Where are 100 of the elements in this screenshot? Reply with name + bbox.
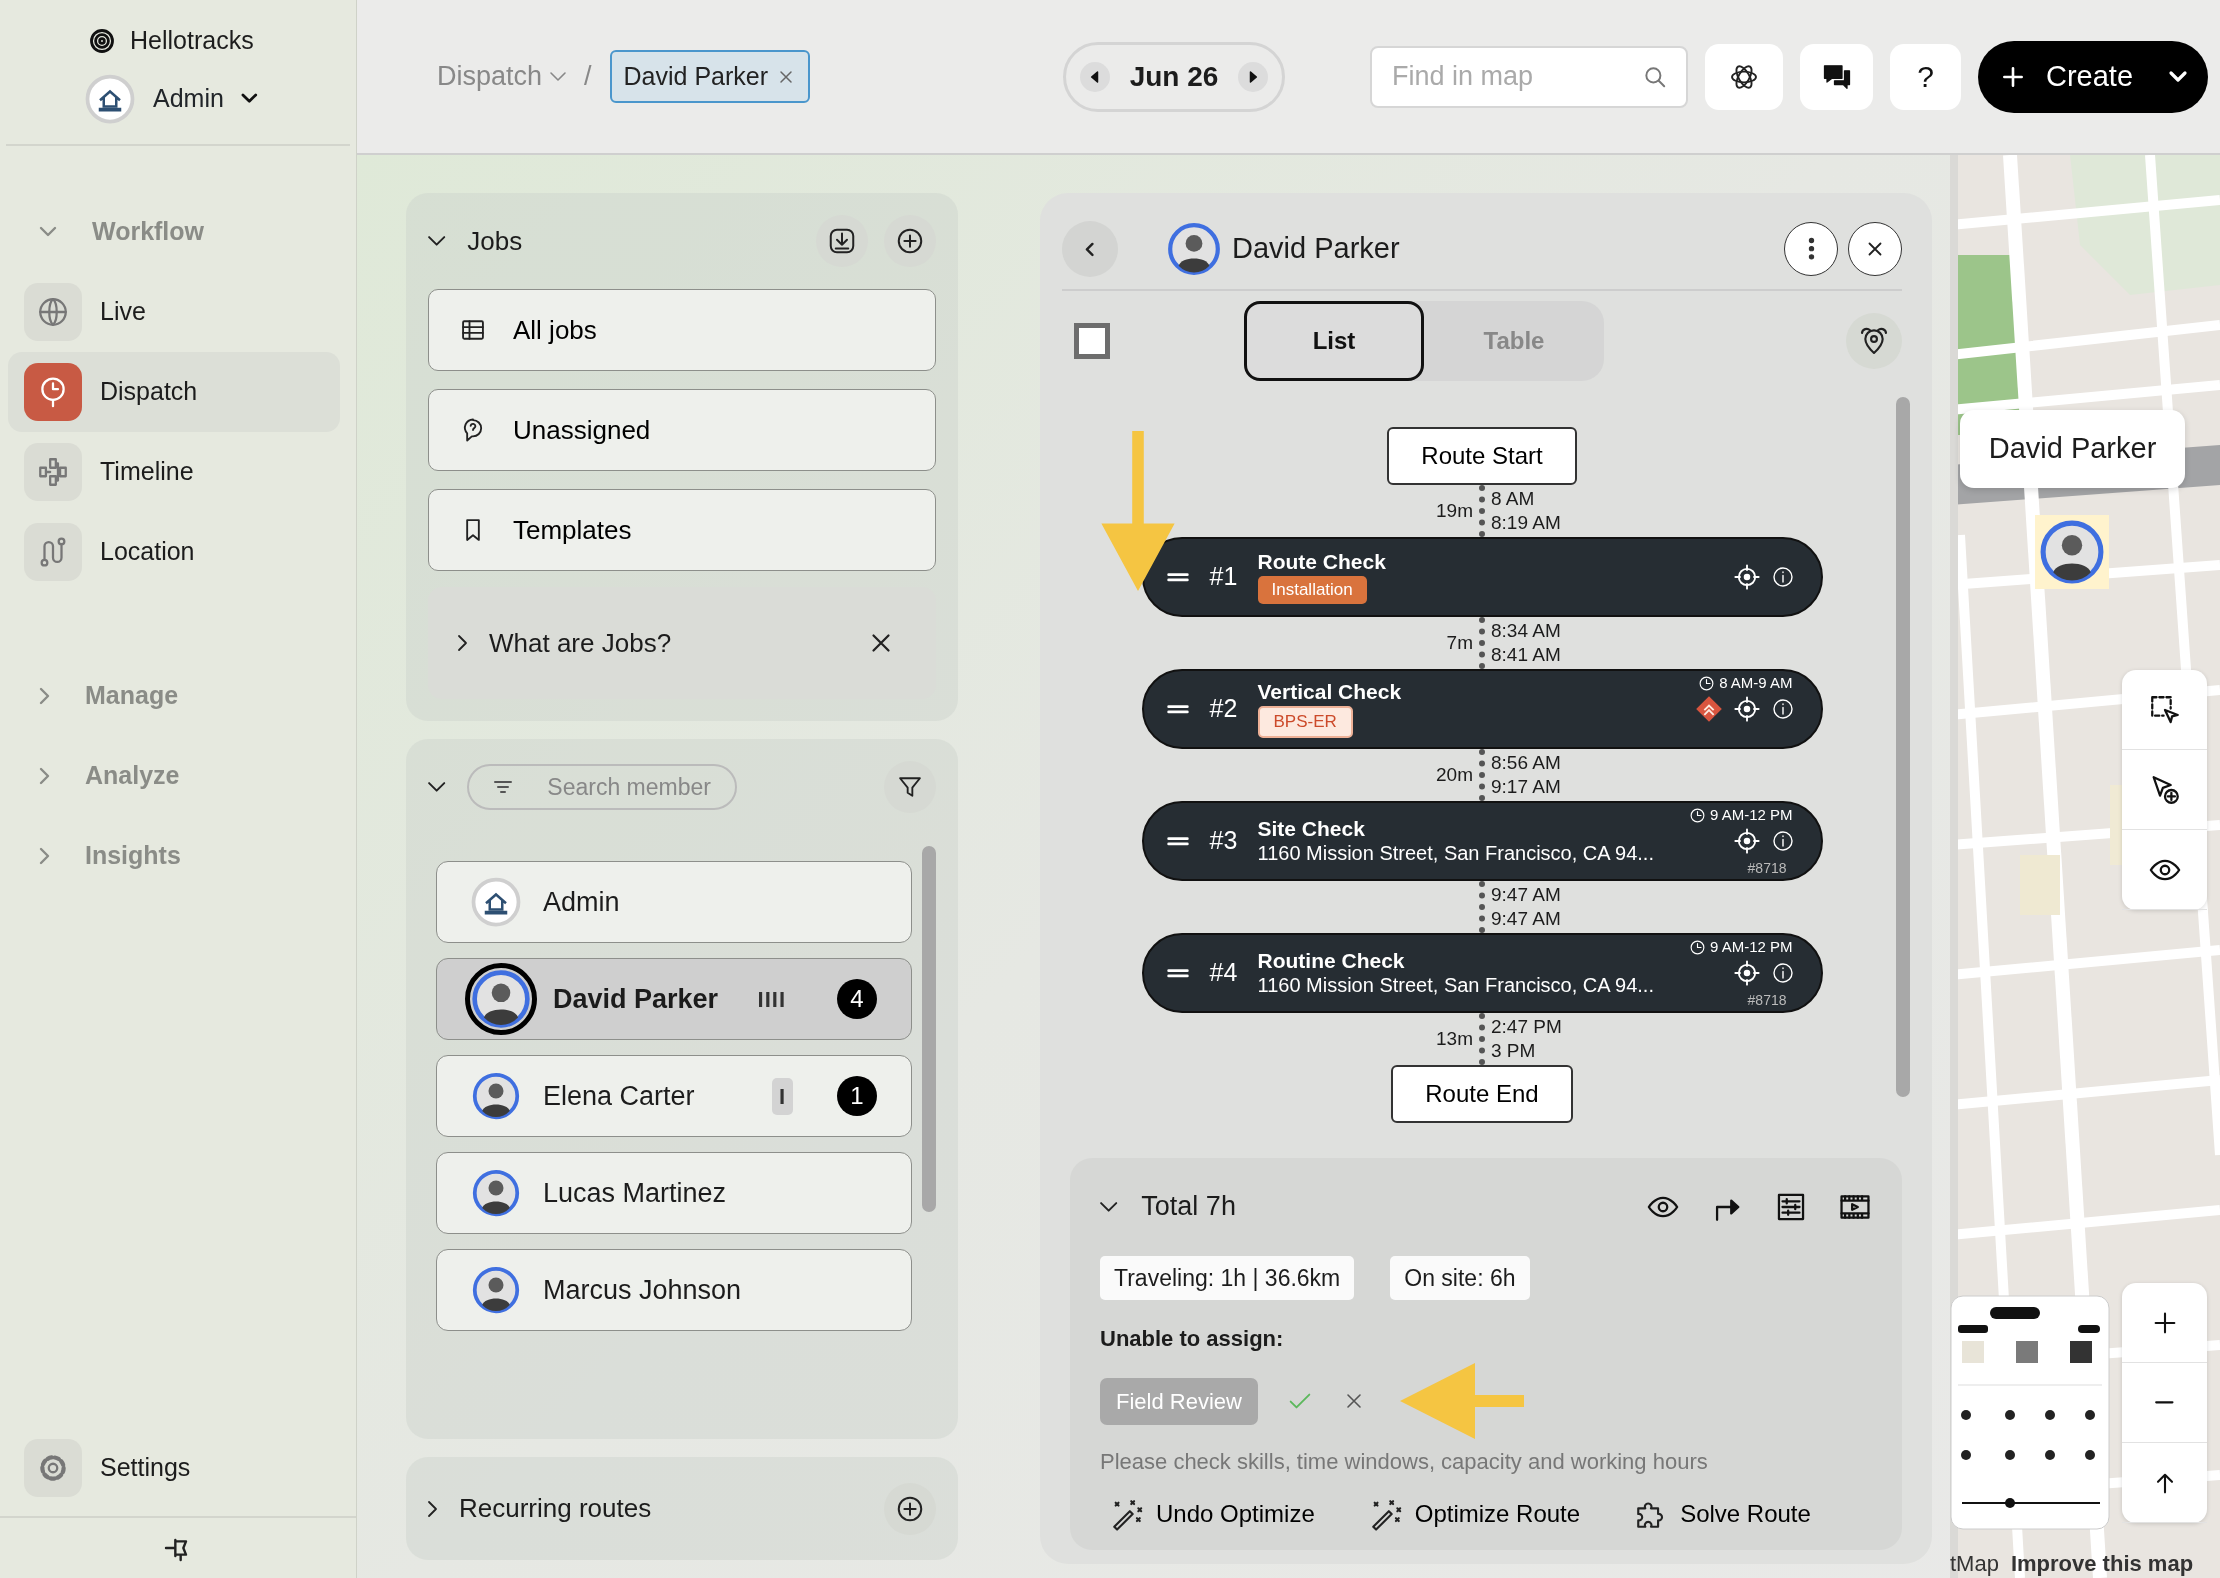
- chevron-down-icon: [2170, 72, 2186, 81]
- avatar: [471, 1265, 521, 1315]
- member-name: Lucas Martinez: [543, 1176, 727, 1210]
- avatar: [1166, 221, 1222, 277]
- member-item[interactable]: Elena Carter I 1: [436, 1055, 912, 1137]
- time-label: 8:56 AM: [1491, 751, 1562, 775]
- time-label: 9:17 AM: [1491, 775, 1562, 799]
- job-tag: BPS-ER: [1257, 706, 1353, 738]
- info-icon[interactable]: [1770, 697, 1795, 721]
- next-day-button[interactable]: [1238, 61, 1268, 92]
- panel-title: Recurring routes: [459, 1492, 652, 1525]
- chevron-left-icon: [1086, 242, 1094, 256]
- location-pin-icon: [1858, 325, 1890, 357]
- route-end-button[interactable]: Route End: [1391, 1065, 1573, 1123]
- account-menu[interactable]: Admin: [85, 73, 257, 124]
- route-stat: Traveling: 1h | 36.6km: [1100, 1255, 1355, 1300]
- avatar: [471, 1071, 521, 1121]
- time-label: 8:34 AM: [1491, 619, 1562, 643]
- stop-title: Route Check: [1257, 550, 1387, 575]
- avatar: [465, 963, 537, 1035]
- time-label: 8:19 AM: [1491, 511, 1562, 535]
- time-window: 9 AM-12 PM: [1709, 804, 1793, 827]
- hint-text: Please check skills, time windows, capacity and working hours: [1100, 1448, 1709, 1476]
- member-item[interactable]: Marcus Johnson: [436, 1249, 912, 1331]
- info-icon[interactable]: [1770, 829, 1795, 853]
- nav-item[interactable]: Timeline: [8, 431, 340, 512]
- member-name: Marcus Johnson: [543, 1273, 742, 1307]
- stop-title: Vertical Check: [1257, 680, 1403, 705]
- member-name: David Parker: [1232, 231, 1400, 267]
- info-icon[interactable]: [1770, 961, 1795, 985]
- route-stat: On site: 6h: [1390, 1255, 1530, 1300]
- member-item[interactable]: Lucas Martinez: [436, 1152, 912, 1234]
- stop-address: 1160 Mission Street, San Francisco, CA 94...: [1257, 973, 1655, 997]
- info-icon[interactable]: [1770, 565, 1795, 589]
- job-list-button[interactable]: Unassigned: [428, 389, 936, 471]
- select-all-checkbox[interactable]: [1074, 323, 1110, 359]
- scrollbar[interactable]: [922, 846, 936, 1212]
- chevron-down-icon: [241, 94, 257, 103]
- job-list-button[interactable]: All jobs: [428, 289, 936, 371]
- route-start-button[interactable]: Route Start: [1387, 427, 1577, 485]
- previous-day-button[interactable]: [1080, 61, 1110, 92]
- locate-icon[interactable]: [1732, 827, 1761, 855]
- chevron-down-icon[interactable]: [428, 782, 446, 792]
- stop-card[interactable]: #3 Site Check 1160 Mission Street, San Francisco, CA 94... 9 AM-12 PM #8718: [1141, 801, 1823, 881]
- nav-item[interactable]: Dispatch: [8, 351, 340, 432]
- settings-item[interactable]: Settings: [24, 1428, 340, 1508]
- route-action-button[interactable]: Optimize Route: [1358, 1496, 1591, 1532]
- time-label: 3 PM: [1491, 1039, 1537, 1063]
- chevron-right-icon[interactable]: [428, 1500, 437, 1517]
- info-title[interactable]: What are Jobs?: [489, 623, 672, 663]
- travel-time: 20m: [1435, 762, 1473, 787]
- job-list-button[interactable]: Templates: [428, 489, 936, 571]
- route-action-button[interactable]: Solve Route: [1624, 1496, 1821, 1532]
- map-attribution[interactable]: Improve this map: [2010, 1547, 2194, 1578]
- route-total: Total 7h: [1141, 1190, 1236, 1224]
- logo-avatar: [85, 73, 135, 124]
- time-label: 9:47 AM: [1491, 907, 1562, 931]
- locate-icon[interactable]: [1732, 695, 1761, 723]
- panel-title: Jobs: [467, 224, 523, 258]
- job-reference: #8718: [1747, 859, 1787, 878]
- create-button[interactable]: Create: [1978, 40, 2208, 113]
- map-style-picker-drawing[interactable]: [1950, 1295, 2110, 1530]
- member-item[interactable]: David Parker IIII 4: [436, 958, 912, 1040]
- time-label: 9:47 AM: [1491, 883, 1562, 907]
- filter-chip[interactable]: David Parker: [609, 49, 811, 104]
- assistant-button[interactable]: [1705, 43, 1783, 110]
- close-button[interactable]: [1848, 222, 1902, 276]
- route-action-button[interactable]: Undo Optimize: [1100, 1496, 1325, 1532]
- chevron-down-icon: [550, 72, 567, 81]
- locate-icon[interactable]: [1732, 563, 1761, 591]
- chat-button[interactable]: [1800, 43, 1873, 110]
- member-search-field[interactable]: Search member: [545, 768, 716, 806]
- search-box[interactable]: Find in map: [1370, 45, 1688, 108]
- more-button[interactable]: [1784, 222, 1838, 276]
- time-window: 9 AM-12 PM: [1709, 936, 1793, 959]
- chevron-down-icon[interactable]: [428, 236, 446, 246]
- job-tally: I: [771, 1077, 793, 1115]
- locate-icon[interactable]: [1732, 959, 1761, 987]
- stop-card[interactable]: #4 Routine Check 1160 Mission Street, San Francisco, CA 94... 9 AM-12 PM #8718: [1141, 933, 1823, 1013]
- chevron-down-icon[interactable]: [1100, 1201, 1118, 1212]
- travel-time: 7m: [1445, 630, 1473, 655]
- stop-number: #4: [1209, 957, 1239, 989]
- clock-icon: [1698, 674, 1716, 692]
- nav-item[interactable]: Location: [8, 511, 340, 592]
- travel-time: 19m: [1435, 498, 1473, 523]
- search-field[interactable]: Find in map: [1390, 47, 1642, 106]
- job-tag: Installation: [1257, 576, 1367, 604]
- member-name: Elena Carter: [543, 1079, 695, 1113]
- time-label: 8 AM: [1491, 487, 1536, 511]
- plus-circle-icon: [895, 226, 925, 256]
- member-search-box[interactable]: Search member: [467, 764, 738, 810]
- time-window: 8 AM-9 AM: [1719, 672, 1793, 695]
- nav-item[interactable]: Live: [8, 271, 340, 352]
- view-tab[interactable]: List: [1244, 301, 1424, 381]
- scrollbar[interactable]: [1896, 397, 1910, 1097]
- member-item[interactable]: Admin: [436, 861, 912, 943]
- chevron-right-icon[interactable]: [458, 635, 467, 651]
- help-button[interactable]: ?: [1890, 43, 1961, 110]
- clock-icon: [1688, 806, 1706, 824]
- avatar: [471, 1168, 521, 1218]
